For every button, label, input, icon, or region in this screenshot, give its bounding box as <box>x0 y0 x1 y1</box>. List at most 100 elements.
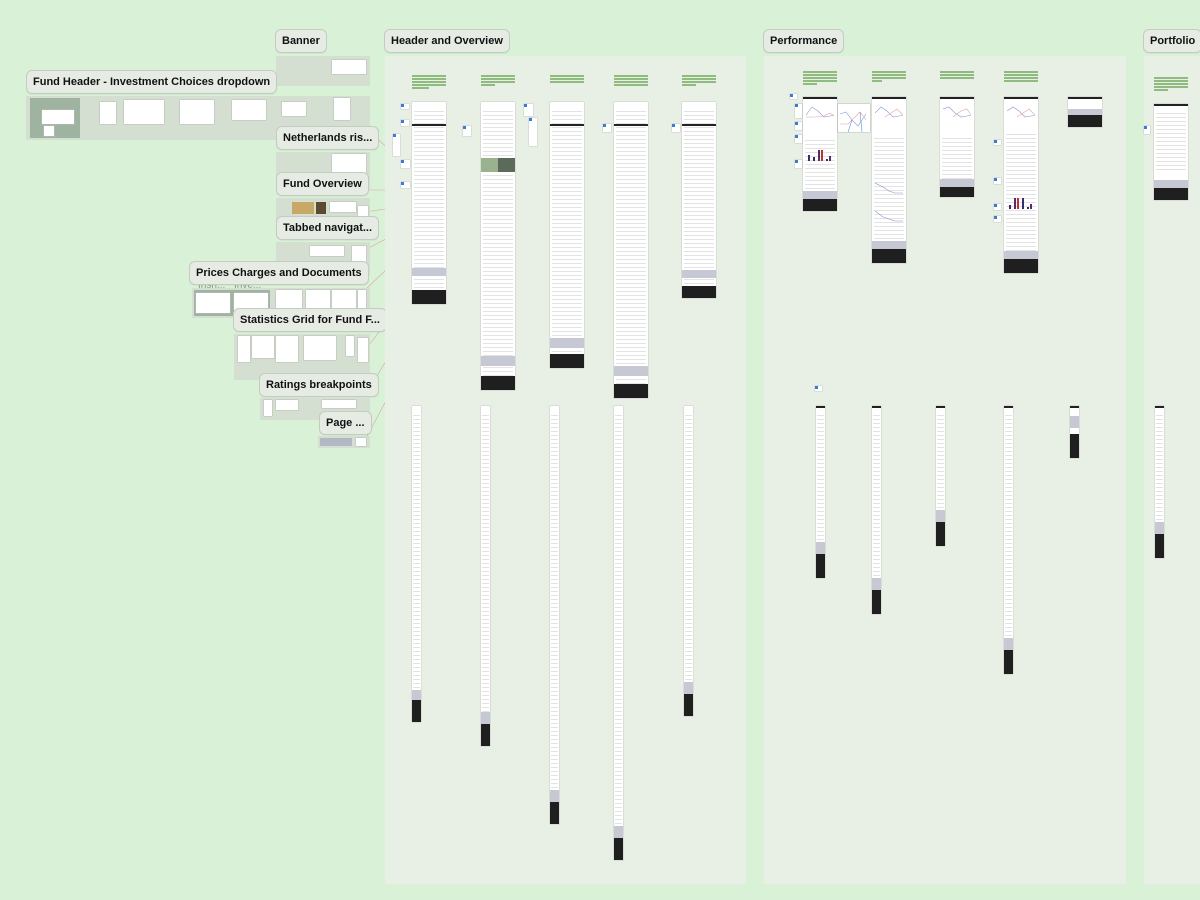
desktop-frame-5[interactable] <box>682 102 716 298</box>
annotation-note[interactable] <box>795 160 802 168</box>
performance-mobile-frame-4[interactable] <box>1004 406 1013 674</box>
group-label-prices[interactable]: Prices Charges and Documents <box>189 261 369 285</box>
annotation-note[interactable] <box>790 94 797 99</box>
frame-url-note <box>682 74 716 87</box>
performance-mobile-frame-5[interactable] <box>1070 406 1079 458</box>
thumbnail[interactable] <box>180 100 214 124</box>
frame-url-note <box>1004 70 1038 83</box>
banner-group[interactable] <box>276 56 370 86</box>
annotation-note[interactable] <box>795 122 802 130</box>
portfolio-mobile-frame-1[interactable] <box>1155 406 1164 558</box>
thumbnail[interactable] <box>356 438 366 446</box>
thumbnail[interactable] <box>276 400 298 410</box>
thumbnail[interactable] <box>124 100 164 124</box>
thumbnail <box>44 126 54 136</box>
group-label-fund-header[interactable]: Fund Header - Investment Choices dropdow… <box>26 70 278 94</box>
group-label-page[interactable]: Page ... <box>319 411 372 435</box>
chart-detail-component[interactable] <box>838 104 870 133</box>
portfolio-frame-1[interactable] <box>1154 104 1188 200</box>
image-block <box>498 158 515 172</box>
performance-frame-1[interactable] <box>803 97 837 211</box>
thumbnail[interactable] <box>282 102 306 116</box>
performance-frame-5[interactable] <box>1068 97 1102 127</box>
line-chart-thumbnail <box>806 106 834 118</box>
annotation-note[interactable] <box>795 104 802 118</box>
frame-url-note <box>803 70 837 86</box>
thumbnail[interactable] <box>358 338 368 362</box>
image-thumbnail <box>292 202 314 214</box>
line-chart-thumbnail <box>1007 106 1035 118</box>
group-label-ratings[interactable]: Ratings breakpoints <box>259 373 379 397</box>
image-block <box>481 158 498 172</box>
group-label-netherlands[interactable]: Netherlands ris... <box>276 126 380 150</box>
thumbnail[interactable] <box>276 336 298 362</box>
mobile-frame-5[interactable] <box>684 406 693 716</box>
thumbnail[interactable] <box>100 102 116 124</box>
annotation-note[interactable] <box>524 104 533 116</box>
annotation-note[interactable] <box>463 126 471 136</box>
mobile-frame-1[interactable] <box>412 406 421 722</box>
line-chart-thumbnail <box>943 106 971 118</box>
line-chart-thumbnail <box>875 182 903 194</box>
section-label-performance[interactable]: Performance <box>763 29 845 53</box>
thumbnail[interactable] <box>238 336 250 362</box>
thumbnail[interactable] <box>306 290 330 308</box>
annotation-note[interactable] <box>529 118 537 146</box>
thumbnail[interactable] <box>334 98 350 120</box>
group-label-fund-overview[interactable]: Fund Overview <box>276 172 369 196</box>
desktop-frame-4[interactable] <box>614 102 648 398</box>
annotation-note[interactable] <box>994 140 1001 145</box>
mobile-frame-4[interactable] <box>614 406 623 860</box>
annotation-note[interactable] <box>994 216 1001 222</box>
performance-mobile-frame-1[interactable] <box>816 406 825 578</box>
thumbnail[interactable] <box>330 202 356 212</box>
fund-header-variant-selected[interactable] <box>30 98 80 138</box>
annotation-note[interactable] <box>401 104 409 109</box>
annotation-note[interactable] <box>401 160 410 168</box>
thumbnail[interactable] <box>276 290 302 308</box>
thumbnail[interactable] <box>264 400 272 416</box>
section-label-banner[interactable]: Banner <box>275 29 327 53</box>
frame-url-note <box>940 70 974 80</box>
section-label-portfolio[interactable]: Portfolio <box>1143 29 1200 53</box>
thumbnail[interactable] <box>252 336 274 358</box>
mobile-frame-3[interactable] <box>550 406 559 824</box>
line-chart-thumbnail <box>875 210 903 222</box>
annotation-note[interactable] <box>603 124 611 132</box>
thumbnail[interactable] <box>358 290 366 308</box>
annotation-note[interactable] <box>401 182 410 188</box>
thumbnail[interactable] <box>332 290 356 308</box>
annotation-note[interactable] <box>672 124 680 132</box>
performance-frame-2[interactable] <box>872 97 906 263</box>
section-label-header-overview[interactable]: Header and Overview <box>384 29 510 53</box>
bar-chart-thumbnail <box>808 150 831 161</box>
performance-mobile-frame-3[interactable] <box>936 406 945 546</box>
frame-url-note <box>550 74 584 84</box>
annotation-note[interactable] <box>1144 126 1150 134</box>
page-footer-group[interactable] <box>318 436 370 448</box>
thumbnail[interactable] <box>346 336 354 356</box>
frame-url-note <box>481 74 515 87</box>
annotation-note[interactable] <box>795 135 802 143</box>
performance-frame-4[interactable] <box>1004 97 1038 273</box>
annotation-note[interactable] <box>393 134 400 156</box>
frame-url-note <box>412 74 446 90</box>
desktop-frame-3[interactable] <box>550 102 584 368</box>
thumbnail[interactable] <box>310 246 344 256</box>
performance-frame-3[interactable] <box>940 97 974 197</box>
annotation-note[interactable] <box>401 120 409 126</box>
thumbnail[interactable] <box>232 100 266 120</box>
annotation-note[interactable] <box>815 386 822 391</box>
annotation-note[interactable] <box>994 204 1001 210</box>
desktop-frame-1[interactable] <box>412 102 446 304</box>
performance-mobile-frame-2[interactable] <box>872 406 881 614</box>
thumbnail <box>320 438 352 446</box>
thumbnail[interactable] <box>304 336 336 360</box>
annotation-note[interactable] <box>994 178 1001 184</box>
mobile-frame-2[interactable] <box>481 406 490 746</box>
desktop-frame-2[interactable] <box>481 102 515 390</box>
thumbnail[interactable] <box>322 400 356 408</box>
group-label-statistics[interactable]: Statistics Grid for Fund F... <box>233 308 387 332</box>
banner-thumbnail[interactable] <box>332 60 366 74</box>
group-label-tabbed-nav[interactable]: Tabbed navigat... <box>276 216 380 240</box>
